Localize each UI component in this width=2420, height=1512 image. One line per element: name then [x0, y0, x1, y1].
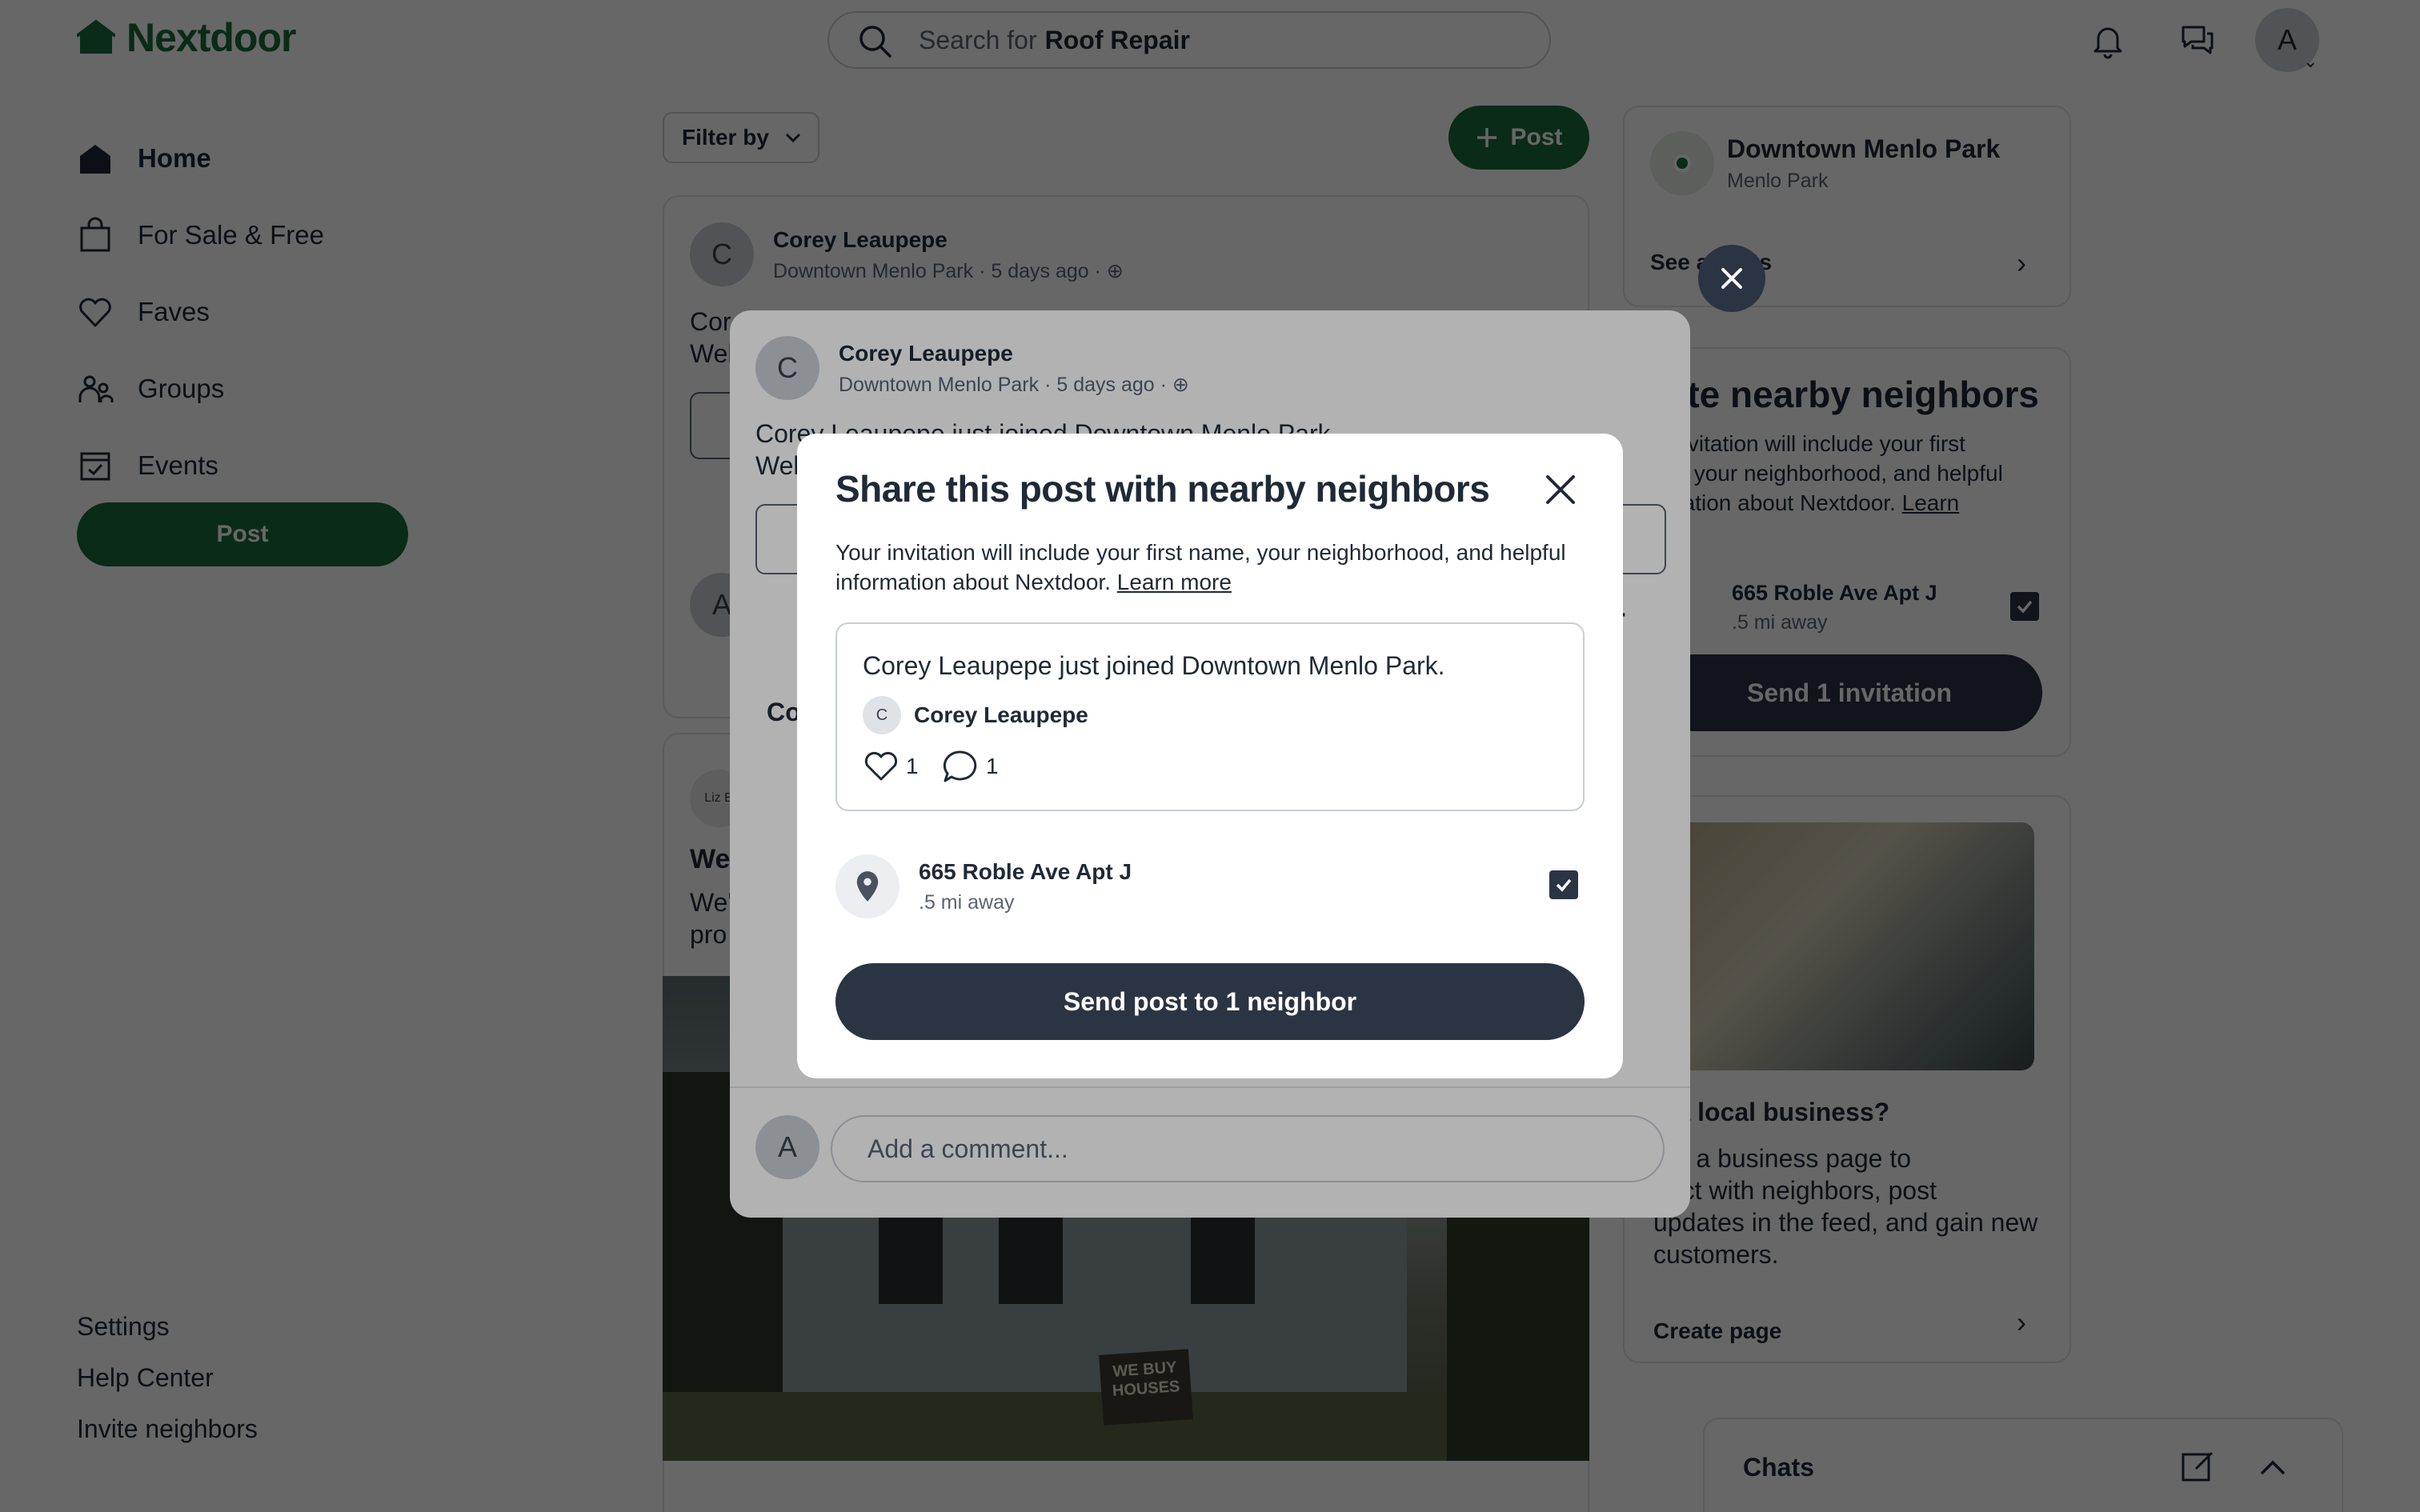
comment-count: 1: [986, 754, 999, 778]
close-icon: [1721, 268, 1742, 289]
neighbor-address: 665 Roble Ave Apt J: [919, 859, 1132, 884]
dialog-title: Share this post with nearby neighbors: [835, 468, 1490, 510]
neighbor-distance: .5 mi away: [919, 891, 1015, 914]
neighbor-checkbox[interactable]: [1549, 870, 1578, 899]
dialog-description: Your invitation will include your first …: [835, 538, 1588, 597]
preview-author: Corey Leaupepe: [914, 702, 1088, 727]
send-post-button[interactable]: Send post to 1 neighbor: [835, 963, 1585, 1040]
like-count: 1: [906, 754, 919, 778]
close-icon[interactable]: [1541, 470, 1580, 509]
share-post-dialog: Share this post with nearby neighbors Yo…: [797, 434, 1623, 1078]
preview-text: Corey Leaupepe just joined Downtown Menl…: [863, 651, 1445, 680]
heart-icon: [864, 751, 898, 781]
preview-avatar: C: [863, 696, 901, 734]
location-pin-icon: [835, 854, 899, 918]
checkmark-icon: [1556, 878, 1572, 892]
close-post-modal-button[interactable]: [1698, 245, 1765, 312]
comment-icon: [943, 750, 977, 782]
learn-more-link[interactable]: Learn more: [1117, 570, 1232, 594]
post-preview-card: Corey Leaupepe just joined Downtown Menl…: [835, 622, 1585, 811]
